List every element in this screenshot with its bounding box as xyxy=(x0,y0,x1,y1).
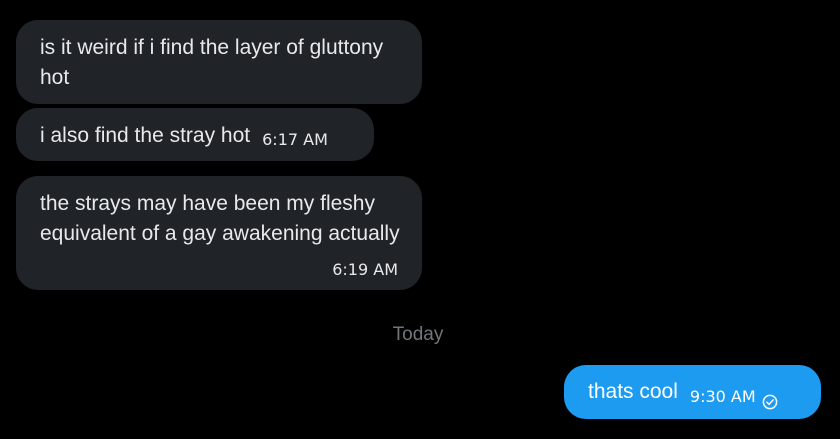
message-timestamp: 9:30 AM xyxy=(689,387,756,406)
message-bubble-received[interactable]: i also find the stray hot 6:17 AM xyxy=(16,108,374,161)
message-timestamp: 6:17 AM xyxy=(262,130,328,149)
date-divider: Today xyxy=(392,324,444,345)
message-text: thats cool xyxy=(588,380,678,403)
message-bubble-sent[interactable]: thats cool 9:30 AM xyxy=(564,365,821,419)
message-text: i also find the stray hot xyxy=(40,124,251,147)
message-timestamp: 6:19 AM xyxy=(332,260,398,279)
message-text: the strays may have been my fleshy equiv… xyxy=(40,192,400,245)
message-bubble-received[interactable]: the strays may have been my fleshy equiv… xyxy=(16,176,422,290)
message-bubble-received[interactable]: is it weird if i find the layer of glutt… xyxy=(16,20,422,104)
message-text: is it weird if i find the layer of glutt… xyxy=(40,36,384,89)
read-check-icon xyxy=(762,389,778,410)
